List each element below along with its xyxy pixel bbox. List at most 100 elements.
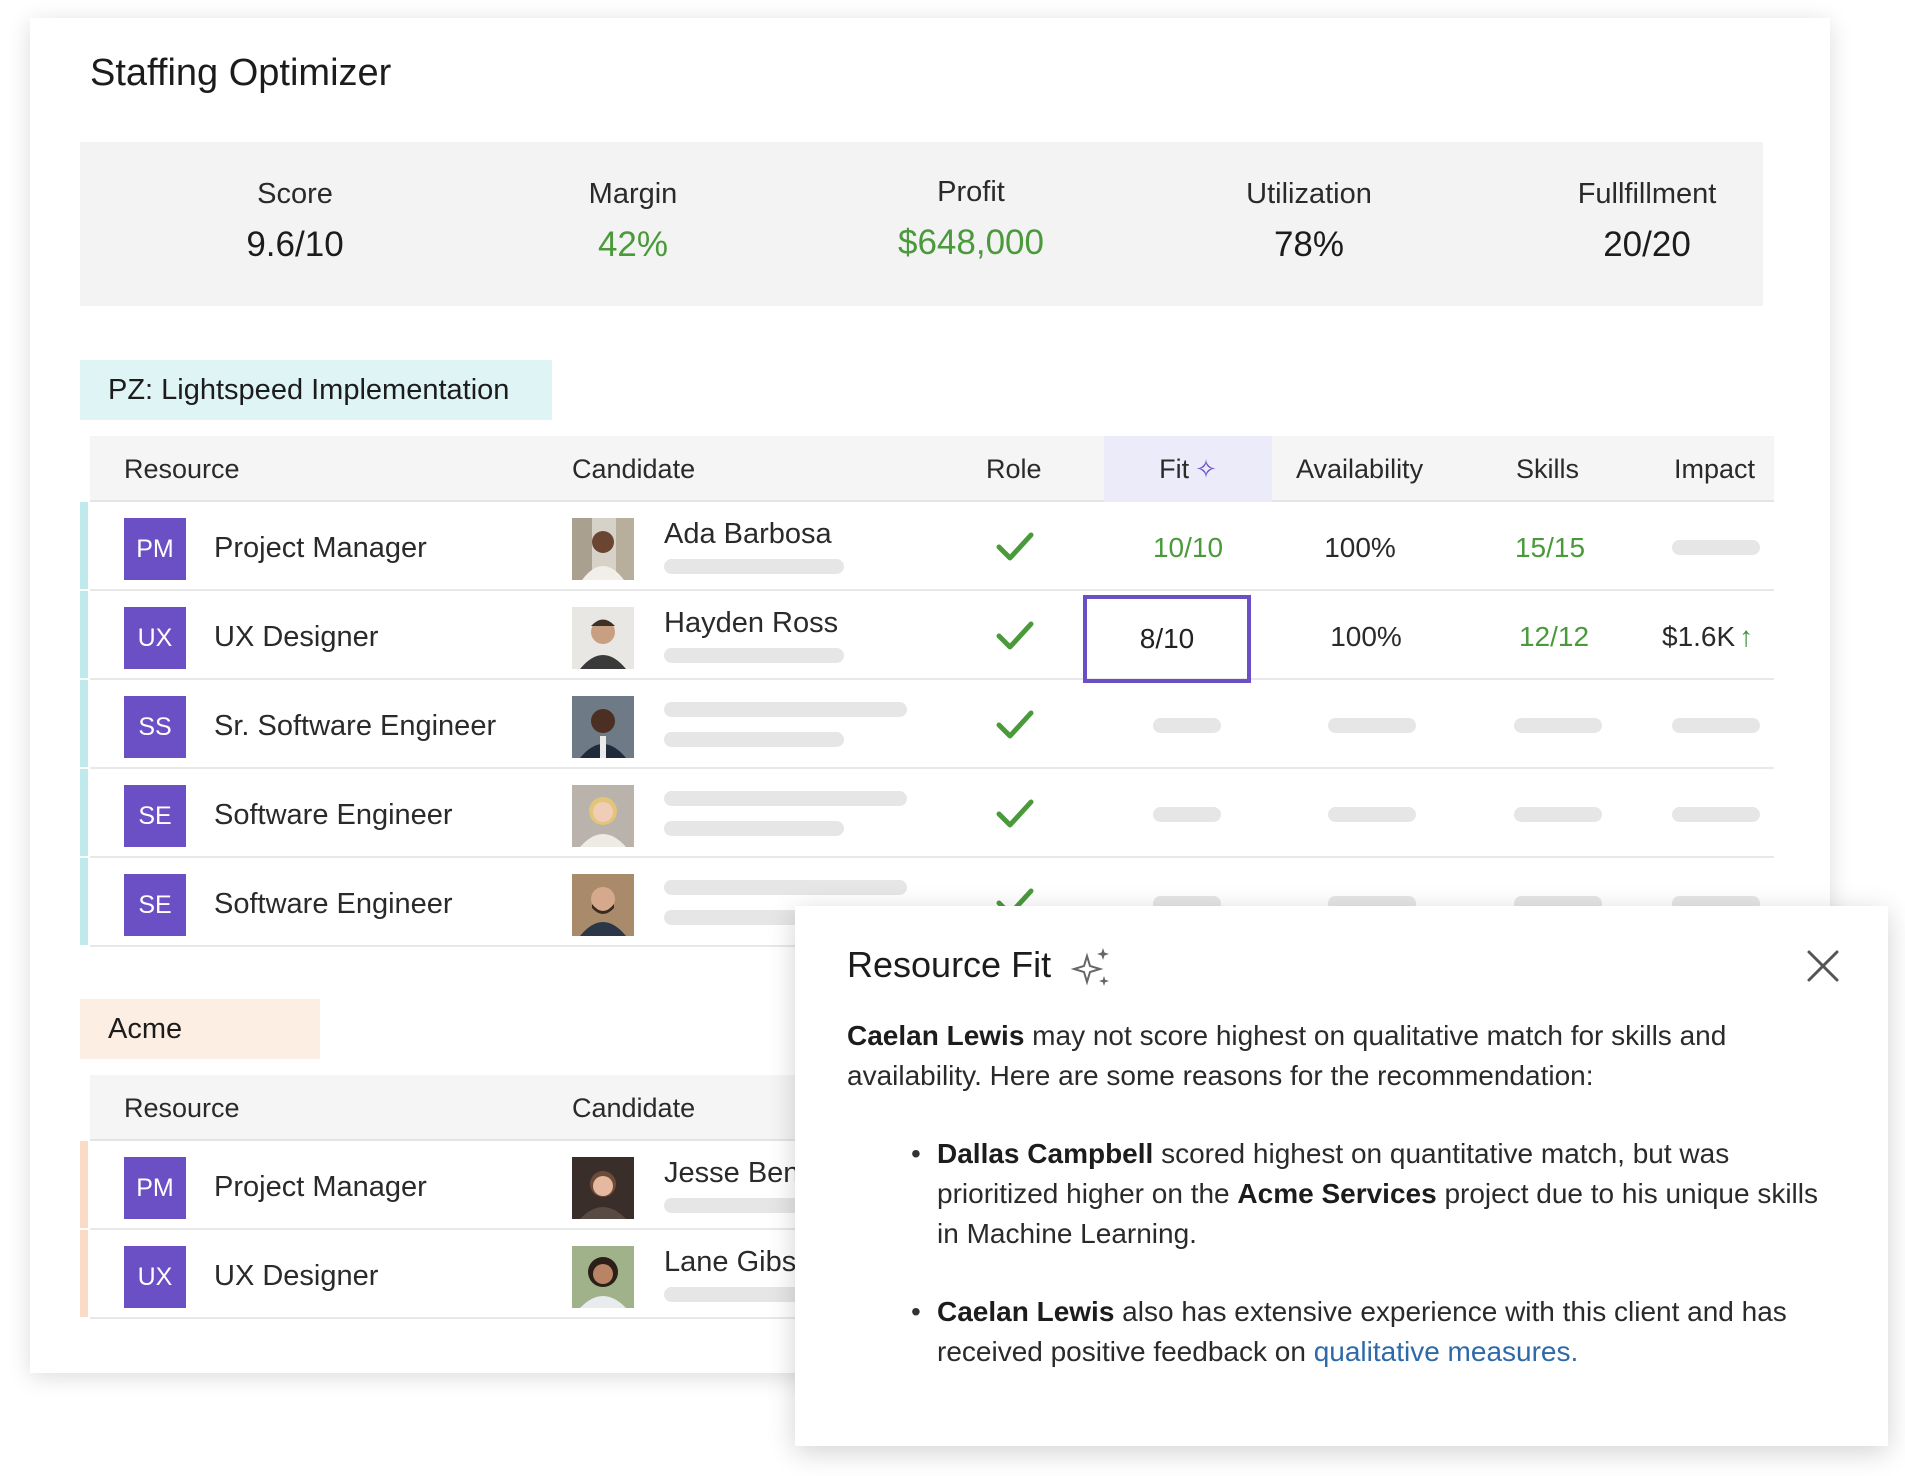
popup-title: Resource Fit [847, 944, 1052, 985]
close-icon[interactable] [1805, 948, 1841, 984]
row-stripe [80, 1141, 88, 1228]
avatar [572, 785, 634, 847]
metrics-summary: Score 9.6/10 Margin 42% Profit $648,000 … [80, 142, 1763, 306]
reasons-list: Dallas Campbell scored highest on quanti… [847, 1134, 1847, 1372]
candidate-name-highlight: Caelan Lewis [847, 1020, 1025, 1051]
column-header-fit[interactable]: Fit ✧ [1104, 436, 1272, 502]
loading-placeholder [1153, 718, 1221, 733]
role-code-badge: PM [124, 1157, 186, 1219]
role-code-badge: SE [124, 874, 186, 936]
column-header-availability[interactable]: Availability [1296, 436, 1423, 502]
candidate-name-highlight: Caelan Lewis [937, 1296, 1115, 1327]
column-header-skills[interactable]: Skills [1516, 436, 1579, 502]
metric-utilization: Utilization 78% [1159, 178, 1459, 265]
arrow-up-icon: ↑ [1739, 621, 1754, 652]
table-row[interactable]: SS Sr. Software Engineer [80, 680, 1774, 769]
row-stripe [80, 591, 88, 678]
check-icon [996, 532, 1034, 561]
fit-score-selected[interactable]: 8/10 [1083, 595, 1251, 683]
sparkle-icon [1071, 948, 1109, 986]
metric-fullfillment: Fullfillment 20/20 [1497, 178, 1797, 265]
fit-label: Fit [1159, 454, 1190, 484]
candidate-name[interactable]: Ada Barbosa [664, 518, 832, 551]
project-tag-acme-services: Acme Services [80, 999, 320, 1105]
role-code-badge: UX [124, 607, 186, 669]
avatar [572, 874, 634, 936]
project-tag-lightspeed: PZ: Lightspeed Implementation [80, 360, 552, 420]
table-row[interactable]: PM Project Manager Ada Barbosa 10/10 100… [80, 502, 1774, 594]
loading-placeholder [1328, 718, 1416, 733]
metric-label: Utilization [1246, 178, 1372, 210]
metric-label: Margin [588, 178, 678, 210]
column-header-candidate[interactable]: Candidate [572, 436, 695, 502]
loading-placeholder [664, 702, 907, 717]
metric-profit: Profit $648,000 [821, 176, 1121, 263]
metric-value: 20/20 [1603, 225, 1691, 264]
loading-placeholder [1153, 807, 1221, 822]
role-code-badge: SE [124, 785, 186, 847]
avatar [572, 607, 634, 669]
table-header: Resource Candidate Role Fit ✧ Availabilit… [90, 436, 1774, 502]
availability-value: 100% [1324, 532, 1396, 563]
impact-value: $1.6K ↑ [1662, 591, 1792, 683]
qualitative-measures-link[interactable]: qualitative measures. [1314, 1336, 1579, 1367]
column-header-candidate[interactable]: Candidate [572, 1075, 695, 1141]
loading-placeholder [1672, 718, 1760, 733]
metric-score: Score 9.6/10 [145, 178, 445, 265]
resource-role: Software Engineer [214, 888, 453, 920]
row-stripe [80, 769, 88, 856]
reason-item: Caelan Lewis also has extensive experien… [911, 1292, 1847, 1372]
loading-placeholder [1514, 807, 1602, 822]
metric-value: 78% [1273, 225, 1345, 264]
row-stripe [80, 1230, 88, 1317]
avatar [572, 518, 634, 580]
column-header-resource[interactable]: Resource [124, 436, 240, 502]
availability-value: 100% [1330, 621, 1402, 652]
popup-body: Caelan Lewis may not score highest on qu… [847, 1016, 1847, 1410]
resource-role: Sr. Software Engineer [214, 710, 497, 742]
column-header-role[interactable]: Role [986, 436, 1042, 502]
skills-value: 12/12 [1518, 621, 1590, 652]
avatar [572, 1246, 634, 1308]
check-icon [996, 621, 1034, 650]
loading-placeholder [664, 559, 844, 574]
check-icon [996, 799, 1034, 828]
row-stripe [80, 680, 88, 767]
metric-label: Fullfillment [1577, 178, 1717, 210]
resource-fit-popup: Resource Fit Caelan Lewis may not score … [795, 906, 1888, 1446]
impact-amount: $1.6K [1662, 621, 1736, 652]
loading-placeholder [664, 791, 907, 806]
metric-value: 9.6/10 [246, 225, 344, 264]
role-code-badge: UX [124, 1246, 186, 1308]
popup-intro: Caelan Lewis may not score highest on qu… [847, 1016, 1847, 1096]
table-row[interactable]: SE Software Engineer [80, 769, 1774, 858]
resource-role: Software Engineer [214, 799, 453, 831]
metric-value: $648,000 [898, 223, 1044, 262]
project-name-highlight: Acme Services [1237, 1178, 1437, 1209]
sparkle-icon: ✧ [1195, 454, 1217, 484]
skills-value: 15/15 [1514, 532, 1586, 563]
column-header-resource[interactable]: Resource [124, 1075, 240, 1141]
resource-role: Project Manager [214, 532, 427, 564]
metric-label: Profit [937, 176, 1005, 208]
resource-role: UX Designer [214, 621, 379, 653]
candidate-name[interactable]: Hayden Ross [664, 607, 838, 640]
column-header-impact[interactable]: Impact [1674, 436, 1755, 502]
avatar [572, 1157, 634, 1219]
resource-role: Project Manager [214, 1171, 427, 1203]
fit-score[interactable]: 10/10 [1104, 502, 1272, 594]
metric-label: Score [257, 178, 333, 210]
loading-placeholder [1514, 718, 1602, 733]
role-code-badge: PM [124, 518, 186, 580]
staffing-table-lightspeed: Resource Candidate Role Fit ✧ Availabilit… [80, 436, 1774, 947]
page-title: Staffing Optimizer [90, 52, 392, 94]
row-stripe [80, 502, 88, 589]
avatar [572, 696, 634, 758]
loading-placeholder [1328, 807, 1416, 822]
table-row[interactable]: UX UX Designer Hayden Ross 8/10 100% 12/… [80, 591, 1774, 683]
metric-value: 42% [597, 225, 669, 264]
loading-placeholder [664, 648, 844, 663]
loading-placeholder [1672, 540, 1760, 555]
loading-placeholder [1672, 807, 1760, 822]
check-icon [996, 710, 1034, 739]
